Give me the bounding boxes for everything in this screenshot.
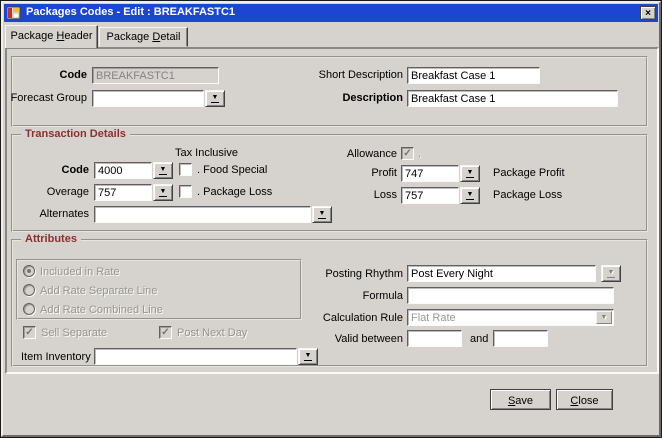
check-icon: ✓ [402,148,413,159]
valid-between-label: Valid between [313,333,403,345]
formula-field[interactable] [407,287,614,304]
formula-label: Formula [313,290,403,302]
overage-lov-button[interactable]: ▼ [153,184,173,201]
short-description-label: Short Description [296,69,403,81]
forecast-group-lov-button[interactable]: ▼ [205,90,225,107]
check-icon: ✓ [160,327,171,338]
post-next-day-label: Post Next Day [177,327,247,339]
valid-to-field[interactable] [493,330,548,347]
radio-included-in-rate [23,265,35,277]
tab-label: etail [160,31,180,43]
tab-package-header[interactable]: Package Header [5,25,98,48]
loss-lov-button[interactable]: ▼ [460,187,480,204]
description-field[interactable] [407,90,618,107]
profit-lov-button[interactable]: ▼ [460,165,480,182]
code-field [92,67,219,84]
check-icon: ✓ [24,327,35,338]
and-label: and [470,333,488,345]
food-special-checkbox[interactable]: ✓ [179,163,192,176]
alternates-field[interactable] [94,206,311,223]
forecast-group-label: Forecast Group [7,92,87,104]
short-description-field[interactable] [407,67,540,84]
package-loss-checkbox-label: . Package Loss [197,186,272,198]
close-button[interactable]: × [640,6,656,20]
calculation-rule-label: Calculation Rule [313,312,403,324]
profit-description: Package Profit [493,167,565,179]
combo-down-arrow-icon: ▼ [596,311,612,324]
valid-from-field[interactable] [407,330,462,347]
allowance-suffix: . [418,148,421,160]
item-inventory-label: Item Inventory [21,351,91,363]
radio-included-in-rate-label: Included in Rate [40,266,120,278]
save-button-label: ave [515,395,533,407]
posting-rhythm-label: Posting Rhythm [313,268,403,280]
lov-down-arrow-icon: ▼ [466,169,475,178]
alternates-lov-button[interactable]: ▼ [312,206,332,223]
transaction-code-label: Code [21,164,89,176]
lov-down-arrow-icon: ▼ [318,210,327,219]
close-action-button[interactable]: Close [556,389,613,410]
loss-description: Package Loss [493,189,562,201]
lov-down-arrow-icon: ▼ [304,352,313,361]
tax-inclusive-label: Tax Inclusive [175,147,238,159]
posting-rhythm-lov-button: ▼ [601,265,621,282]
attributes-title: Attributes [21,233,81,245]
tab-label: Package [11,30,57,42]
radio-add-rate-separate-line-label: Add Rate Separate Line [40,285,157,297]
radio-add-rate-combined-line [23,303,35,315]
tab-label: eader [64,30,92,42]
loss-field[interactable] [401,187,459,204]
sell-separate-checkbox: ✓ [23,326,36,339]
lov-down-arrow-icon: ▼ [211,94,220,103]
sell-separate-label: Sell Separate [41,327,107,339]
close-icon: × [645,8,651,19]
posting-rhythm-field[interactable] [407,265,596,282]
allowance-label: Allowance [331,148,397,160]
transaction-code-field[interactable] [94,162,152,179]
profit-label: Profit [331,167,397,179]
overage-label: Overage [21,186,89,198]
food-special-label: . Food Special [197,164,267,176]
window-title: Packages Codes - Edit : BREAKFASTC1 [26,6,235,18]
radio-add-rate-combined-line-label: Add Rate Combined Line [40,304,163,316]
package-loss-checkbox[interactable]: ✓ [179,185,192,198]
post-next-day-checkbox: ✓ [159,326,172,339]
radio-add-rate-separate-line [23,284,35,296]
profit-field[interactable] [401,165,459,182]
calculation-rule-combobox: ▼ [407,309,614,326]
transaction-details-title: Transaction Details [21,128,130,140]
lov-down-arrow-icon: ▼ [607,269,616,278]
alternates-label: Alternates [21,208,89,220]
loss-label: Loss [331,189,397,201]
app-icon [7,6,21,20]
lov-down-arrow-icon: ▼ [159,188,168,197]
item-inventory-lov-button[interactable]: ▼ [298,348,318,365]
lov-down-arrow-icon: ▼ [466,191,475,200]
overage-field[interactable] [94,184,152,201]
lov-down-arrow-icon: ▼ [159,166,168,175]
transaction-code-lov-button[interactable]: ▼ [153,162,173,179]
save-button[interactable]: Save [490,389,551,410]
allowance-checkbox: ✓ [401,147,414,160]
window: Packages Codes - Edit : BREAKFASTC1 × Pa… [0,0,662,438]
description-label: Description [296,92,403,104]
item-inventory-field[interactable] [94,348,297,365]
code-label: Code [11,69,87,81]
close-button-label: lose [578,395,598,407]
title-bar[interactable]: Packages Codes - Edit : BREAKFASTC1 × [4,4,658,22]
tab-package-detail[interactable]: Package Detail [99,27,188,47]
forecast-group-field[interactable] [92,90,204,107]
tab-label: Package [106,31,152,43]
